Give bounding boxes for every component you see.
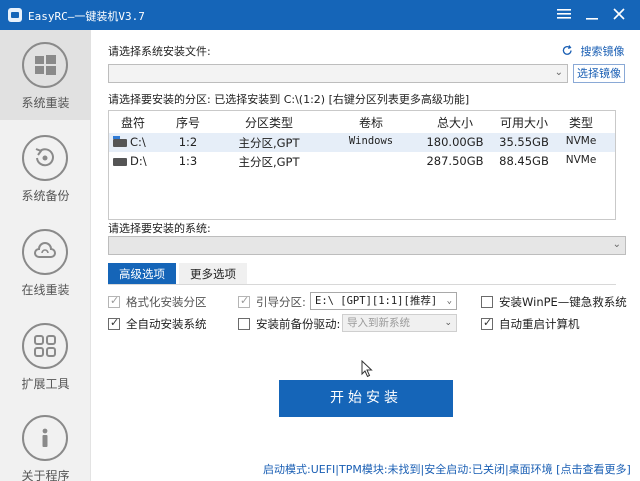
start-install-button[interactable]: 开始安装: [279, 380, 453, 417]
mouse-cursor-icon: [361, 360, 373, 378]
close-icon[interactable]: [607, 5, 631, 25]
tab-divider: [108, 284, 616, 285]
sidebar: 系统重装 系统备份 在线重装 扩展工具 关于程序: [0, 30, 91, 481]
windows-icon: [22, 42, 68, 88]
sidebar-item-online[interactable]: 在线重装: [0, 217, 91, 307]
partition-table-header: 盘符 序号 分区类型 卷标 总大小 可用大小 类型: [109, 111, 615, 133]
sidebar-item-backup[interactable]: 系统备份: [0, 123, 91, 213]
cell-type: NVMe: [565, 135, 597, 147]
boot-partition-value: E:\ [GPT][1:1][推荐]: [315, 295, 438, 307]
minimize-icon[interactable]: [580, 5, 604, 25]
chevron-down-icon: ⌄: [444, 318, 452, 328]
backup-drivers-select[interactable]: 导入到新系统 ⌄: [342, 314, 457, 332]
cell-total: 287.50GB: [426, 154, 484, 168]
window-title: EasyRC—一键装机V3.7: [28, 10, 145, 23]
column-header-volume: 卷标: [358, 116, 383, 130]
tab-more[interactable]: 更多选项: [179, 263, 247, 285]
boot-partition-checkbox[interactable]: ✓: [238, 294, 250, 308]
tools-icon: [22, 323, 68, 369]
choose-image-button[interactable]: 选择镜像: [573, 64, 625, 83]
check-icon: ✓: [110, 294, 120, 307]
boot-partition-label: 引导分区:: [256, 295, 306, 309]
sidebar-item-about[interactable]: 关于程序: [0, 403, 91, 481]
cloud-icon: [22, 229, 68, 275]
column-header-total: 总大小: [436, 116, 473, 130]
cell-partition-type: 主分区,GPT: [238, 136, 300, 150]
table-row[interactable]: D:\ 1:3 主分区,GPT 287.50GB 88.45GB NVMe: [109, 152, 615, 171]
cell-partition-type: 主分区,GPT: [238, 155, 300, 169]
winpe-checkbox[interactable]: [481, 296, 493, 308]
cell-free: 88.45GB: [499, 154, 549, 168]
cell-free: 35.55GB: [499, 135, 549, 149]
backup-icon: [22, 135, 68, 181]
check-icon: ✓: [110, 316, 120, 329]
column-header-partition-type: 分区类型: [244, 116, 293, 130]
auto-install-checkbox[interactable]: ✓: [108, 316, 120, 330]
refresh-icon: [562, 45, 572, 55]
search-image-link[interactable]: 搜索镜像: [562, 43, 625, 59]
cell-total: 180.00GB: [426, 135, 484, 149]
format-label: 格式化安装分区: [126, 295, 207, 309]
check-icon: ✓: [483, 316, 493, 329]
cell-type: NVMe: [565, 154, 597, 166]
sidebar-item-tools[interactable]: 扩展工具: [0, 311, 91, 401]
status-bar[interactable]: 启动模式:UEFI|TPM模块:未找到|安全启动:已关闭|桌面环境 [点击查看更…: [263, 461, 631, 477]
file-section-label: 请选择系统安装文件:: [108, 45, 211, 58]
sidebar-label-backup: 系统备份: [21, 189, 70, 203]
image-file-dropdown[interactable]: ⌄: [108, 64, 568, 83]
tab-advanced[interactable]: 高级选项: [108, 263, 176, 285]
system-dropdown[interactable]: ⌄: [108, 236, 626, 255]
chevron-down-icon: ⌄: [612, 239, 621, 250]
drive-icon: [113, 157, 127, 166]
check-icon: ✓: [240, 294, 250, 307]
cell-index: 1:2: [178, 135, 198, 149]
auto-restart-label: 自动重启计算机: [499, 317, 580, 331]
title-bar: EasyRC—一键装机V3.7: [0, 0, 640, 30]
auto-install-label: 全自动安装系统: [126, 317, 207, 331]
column-header-index: 序号: [175, 116, 200, 130]
sidebar-label-about: 关于程序: [21, 469, 70, 481]
cell-drive: D:\: [113, 154, 147, 168]
partition-section-label: 请选择要安装的分区: 已选择安装到 C:\(1:2) [右键分区列表更多高级功能…: [108, 93, 470, 106]
chevron-down-icon: ⌄: [554, 67, 563, 78]
cell-index: 1:3: [178, 154, 198, 168]
table-row[interactable]: C:\ 1:2 主分区,GPT Windows 180.00GB 35.55GB…: [109, 133, 615, 152]
sidebar-label-reinstall: 系统重装: [21, 96, 70, 110]
column-header-drive: 盘符: [120, 116, 145, 130]
chevron-down-icon: ⌄: [446, 296, 452, 306]
boot-partition-select[interactable]: E:\ [GPT][1:1][推荐] ⌄: [310, 292, 457, 310]
sidebar-item-reinstall[interactable]: 系统重装: [0, 30, 91, 120]
sidebar-label-online: 在线重装: [21, 283, 70, 297]
cell-volume: Windows: [348, 135, 394, 147]
winpe-label: 安装WinPE—键急救系统: [499, 295, 627, 309]
format-checkbox[interactable]: ✓: [108, 294, 120, 308]
partition-table: 盘符 序号 分区类型 卷标 总大小 可用大小 类型 C:\ 1:2 主分区,GP…: [108, 110, 616, 220]
info-icon: [22, 415, 68, 461]
backup-drivers-value: 导入到新系统: [347, 317, 410, 329]
cell-drive: C:\: [113, 135, 146, 149]
backup-drivers-checkbox[interactable]: [238, 318, 250, 330]
hamburger-menu-icon[interactable]: [552, 5, 576, 25]
column-header-free: 可用大小: [499, 116, 548, 130]
system-section-label: 请选择要安装的系统:: [108, 222, 211, 235]
app-logo-icon: [8, 8, 22, 22]
auto-restart-checkbox[interactable]: ✓: [481, 316, 493, 330]
system-drive-icon: [113, 135, 127, 147]
search-image-label: 搜索镜像: [580, 45, 625, 58]
column-header-type: 类型: [568, 116, 593, 130]
backup-drivers-label: 安装前备份驱动:: [256, 317, 341, 331]
sidebar-label-tools: 扩展工具: [21, 377, 70, 391]
